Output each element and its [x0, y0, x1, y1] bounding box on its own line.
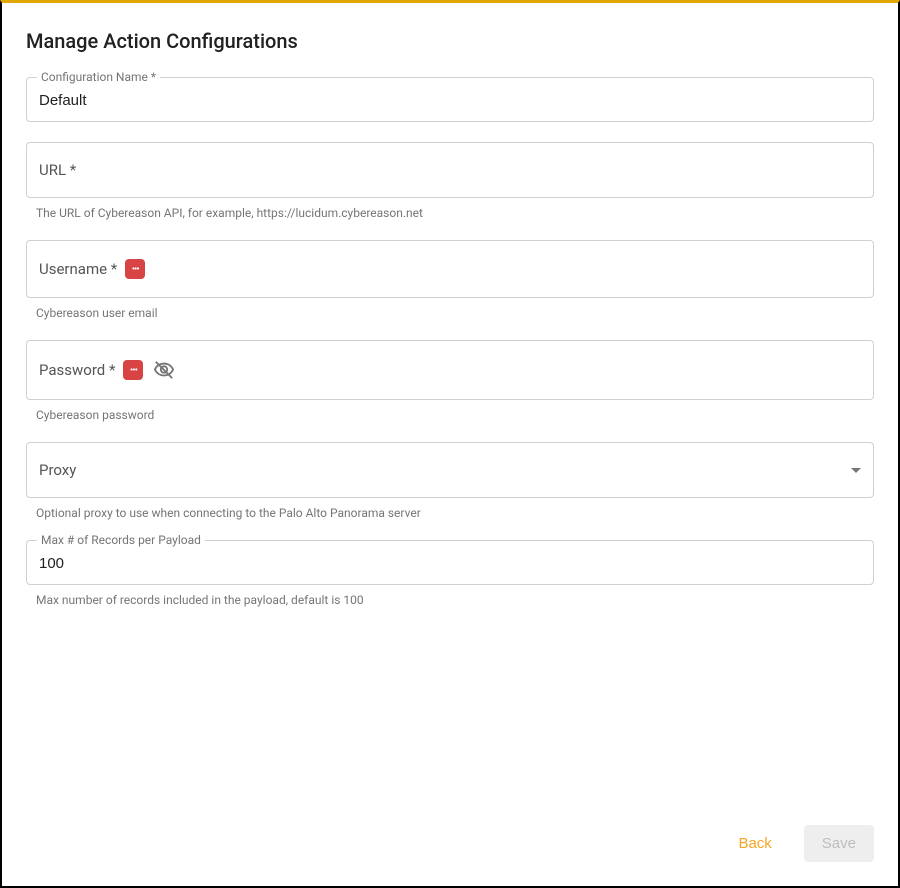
save-button[interactable]: Save — [804, 825, 874, 862]
config-name-field-wrapper: Configuration Name * — [26, 77, 874, 122]
proxy-select[interactable]: Proxy — [26, 442, 874, 498]
dialog-footer: Back Save — [726, 825, 874, 862]
password-helper: Cybereason password — [26, 408, 874, 422]
max-records-label: Max # of Records per Payload — [37, 533, 205, 547]
max-records-field-wrapper: Max # of Records per Payload — [26, 540, 874, 585]
dialog-container: Manage Action Configurations Configurati… — [0, 0, 900, 888]
max-records-helper: Max number of records included in the pa… — [26, 593, 874, 607]
chevron-down-icon — [851, 468, 861, 473]
password-field-wrapper: Password * ••• — [26, 340, 874, 400]
username-helper: Cybereason user email — [26, 306, 874, 320]
field-group-username: Username * ••• Cybereason user email — [26, 240, 874, 320]
url-helper: The URL of Cybereason API, for example, … — [26, 206, 874, 220]
config-name-input[interactable] — [39, 92, 861, 109]
url-field-wrapper: URL * — [26, 142, 874, 198]
field-group-url: URL * The URL of Cybereason API, for exa… — [26, 142, 874, 220]
config-name-label: Configuration Name * — [37, 70, 160, 84]
field-group-max-records: Max # of Records per Payload Max number … — [26, 540, 874, 607]
field-group-proxy: Proxy Optional proxy to use when connect… — [26, 442, 874, 520]
max-records-input[interactable] — [39, 555, 861, 572]
proxy-helper: Optional proxy to use when connecting to… — [26, 506, 874, 520]
username-field-wrapper: Username * ••• — [26, 240, 874, 298]
proxy-label: Proxy — [39, 461, 843, 479]
field-group-password: Password * ••• Cybereason password — [26, 340, 874, 422]
field-group-config-name: Configuration Name * — [26, 77, 874, 122]
back-button[interactable]: Back — [726, 827, 783, 860]
page-title: Manage Action Configurations — [26, 29, 874, 53]
